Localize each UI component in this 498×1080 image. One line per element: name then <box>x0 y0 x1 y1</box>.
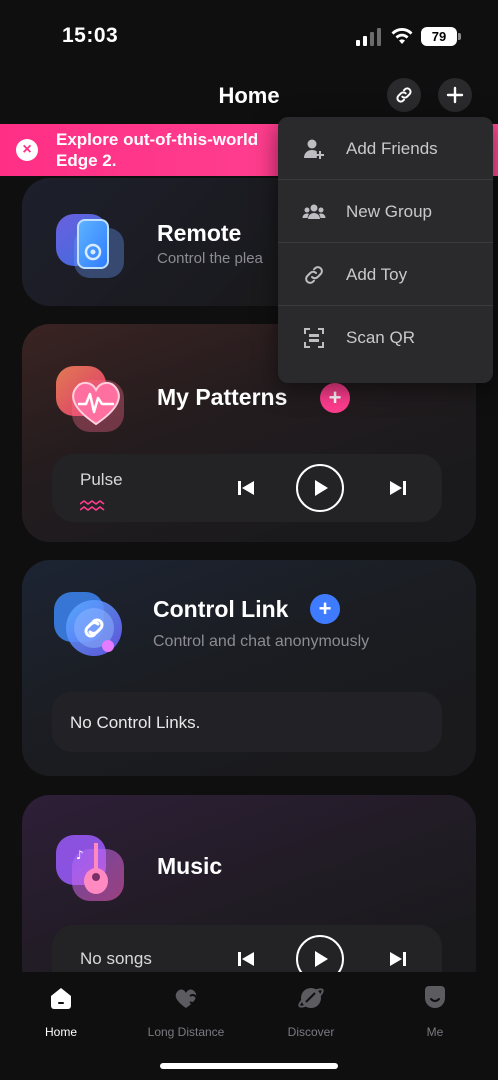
add-button[interactable] <box>438 78 472 112</box>
link-icon <box>396 87 412 103</box>
group-icon <box>302 204 326 219</box>
menu-label: Scan QR <box>346 328 415 347</box>
skip-back-icon <box>238 952 254 966</box>
plus-icon <box>446 86 464 104</box>
remote-subtitle: Control the plea <box>157 250 263 267</box>
pattern-label: Pulse <box>80 470 123 489</box>
remote-icon <box>56 214 124 278</box>
music-label: No songs <box>80 949 152 968</box>
add-control-link-button[interactable]: + <box>310 594 340 624</box>
menu-item-add-toy[interactable]: Add Toy <box>278 243 493 306</box>
previous-button[interactable] <box>222 464 270 512</box>
tab-home[interactable]: Home <box>11 984 111 1039</box>
play-button[interactable] <box>296 464 344 512</box>
tab-label: Long Distance <box>147 1025 225 1039</box>
tab-long-distance[interactable]: Long Distance <box>136 984 236 1039</box>
link-icon <box>305 266 323 284</box>
add-menu: Add Friends New Group Add Toy Scan QR <box>278 117 493 383</box>
skip-forward-icon <box>390 952 406 966</box>
status-time: 15:03 <box>62 24 119 47</box>
menu-item-new-group[interactable]: New Group <box>278 180 493 243</box>
control-link-icon <box>54 592 122 656</box>
tab-me[interactable]: Me <box>385 984 485 1039</box>
tab-label: Discover <box>287 1025 335 1039</box>
music-card[interactable]: ♪ Music No songs <box>22 795 476 995</box>
status-bar: 15:03 79 <box>0 0 498 70</box>
banner-text: Explore out-of-this-world Edge 2. <box>56 130 259 170</box>
skip-back-icon <box>238 481 254 495</box>
heart-pulse-icon <box>56 366 124 432</box>
add-friend-icon <box>304 139 324 159</box>
tab-label: Me <box>426 1025 444 1039</box>
close-icon[interactable]: × <box>16 139 38 161</box>
menu-item-scan-qr[interactable]: Scan QR <box>278 306 493 369</box>
menu-item-add-friends[interactable]: Add Friends <box>278 117 493 180</box>
empty-control-links: No Control Links. <box>52 692 442 752</box>
page-title: Home <box>218 83 280 108</box>
menu-label: Add Friends <box>346 139 438 158</box>
remote-title: Remote <box>157 220 242 246</box>
battery-icon: 79 <box>421 27 461 46</box>
tab-label: Home <box>44 1025 77 1039</box>
control-link-title: Control Link <box>153 596 289 622</box>
svg-text:♪: ♪ <box>76 848 84 862</box>
control-link-card[interactable]: Control Link + Control and chat anonymou… <box>22 560 476 776</box>
patterns-player: Pulse <box>52 454 442 522</box>
add-pattern-button[interactable]: + <box>320 383 350 413</box>
scan-qr-icon <box>304 328 324 348</box>
cellular-signal-icon <box>356 28 381 46</box>
menu-label: New Group <box>346 202 432 221</box>
discover-planet-icon <box>298 988 324 1008</box>
tab-discover[interactable]: Discover <box>261 984 361 1039</box>
long-distance-heart-icon <box>175 989 198 1008</box>
music-title: Music <box>157 853 223 879</box>
play-icon <box>315 951 328 967</box>
control-link-subtitle: Control and chat anonymously <box>153 633 370 650</box>
menu-label: Add Toy <box>346 265 408 284</box>
skip-forward-icon <box>390 481 406 495</box>
play-icon <box>315 480 328 496</box>
profile-face-icon <box>425 986 445 1008</box>
guitar-icon: ♪ <box>56 835 124 901</box>
wifi-icon <box>391 28 413 44</box>
wave-icon <box>80 500 105 511</box>
home-icon <box>51 988 71 1009</box>
patterns-title: My Patterns <box>157 384 288 410</box>
next-button[interactable] <box>374 464 422 512</box>
link-button[interactable] <box>387 78 421 112</box>
home-indicator <box>160 1063 338 1069</box>
